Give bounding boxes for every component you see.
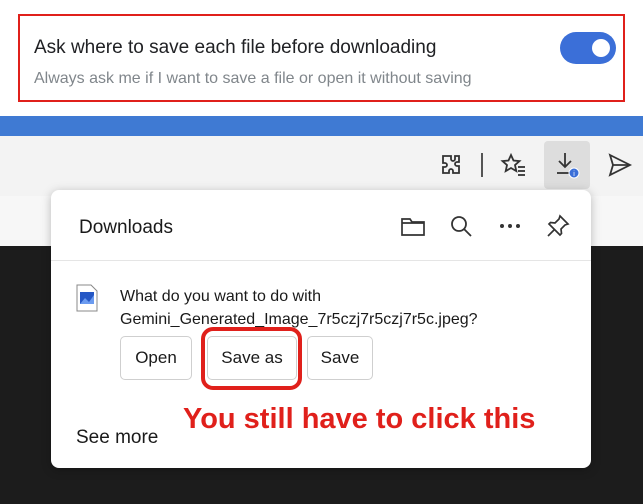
open-button[interactable]: Open bbox=[120, 336, 192, 380]
setting-title: Ask where to save each file before downl… bbox=[34, 37, 437, 58]
pin-icon bbox=[547, 214, 570, 237]
downloads-header: Downloads bbox=[51, 190, 591, 261]
extensions-icon bbox=[442, 155, 460, 174]
see-more-link[interactable]: See more bbox=[76, 427, 158, 449]
setting-row-ask-where-to-save: Ask where to save each file before downl… bbox=[18, 14, 625, 102]
favorites-icon bbox=[500, 152, 525, 176]
ask-where-to-save-toggle[interactable] bbox=[560, 32, 616, 64]
divider-band bbox=[0, 116, 643, 136]
favorites-button[interactable] bbox=[491, 141, 537, 189]
browser-toolbar: i bbox=[0, 136, 643, 196]
downloads-title: Downloads bbox=[79, 217, 173, 238]
download-question: What do you want to do with bbox=[120, 288, 321, 305]
open-folder-button[interactable] bbox=[396, 209, 430, 243]
save-as-highlight bbox=[201, 327, 302, 390]
more-icon bbox=[500, 224, 520, 228]
download-prompt: What do you want to do with Gemini_Gener… bbox=[120, 285, 478, 331]
search-icon bbox=[451, 216, 472, 237]
download-file-name: Gemini_Generated_Image_7r5czj7r5czj7r5c.… bbox=[120, 311, 478, 328]
annotation-text: You still have to click this bbox=[183, 403, 536, 435]
pin-button[interactable] bbox=[541, 209, 575, 243]
save-button[interactable]: Save bbox=[307, 336, 373, 380]
downloads-icon: i bbox=[557, 153, 580, 179]
folder-icon bbox=[401, 218, 425, 236]
extensions-button[interactable] bbox=[428, 141, 474, 189]
share-icon bbox=[608, 153, 633, 177]
search-downloads-button[interactable] bbox=[444, 209, 478, 243]
toolbar-separator bbox=[481, 153, 483, 177]
image-file-icon bbox=[76, 284, 98, 317]
share-button[interactable] bbox=[597, 141, 643, 189]
setting-description: Always ask me if I want to save a file o… bbox=[34, 70, 472, 87]
toggle-knob bbox=[592, 39, 610, 57]
settings-area: Ask where to save each file before downl… bbox=[0, 0, 643, 116]
more-options-button[interactable] bbox=[493, 209, 527, 243]
downloads-button[interactable]: i bbox=[544, 141, 590, 189]
